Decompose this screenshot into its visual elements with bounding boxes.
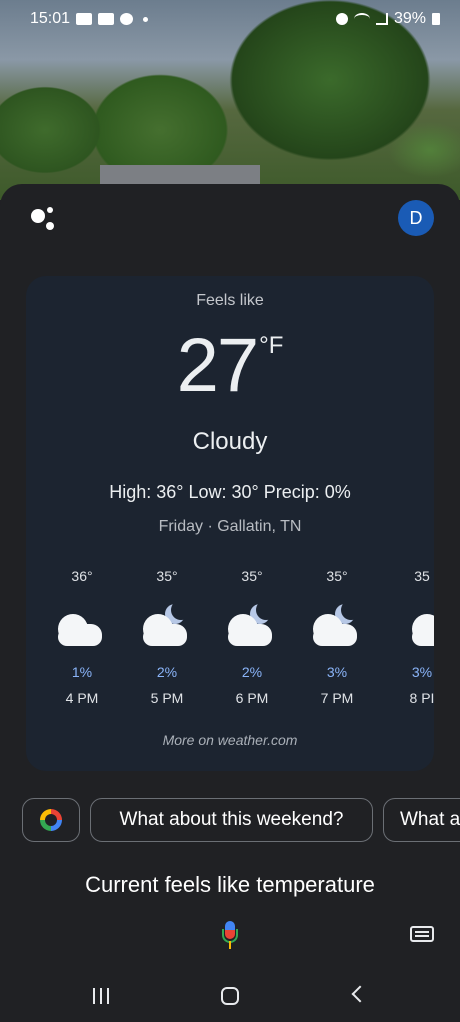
hourly-precip: 2% bbox=[156, 664, 178, 680]
hourly-precip: 2% bbox=[241, 664, 263, 680]
recents-icon[interactable] bbox=[93, 988, 111, 1004]
hourly-time: 5 PM bbox=[150, 690, 184, 706]
wifi-icon bbox=[353, 13, 370, 25]
microphone-icon[interactable] bbox=[220, 921, 240, 951]
hourly-item: 35 3% 8 PI bbox=[382, 568, 434, 706]
day-location: Friday · Gallatin, TN bbox=[158, 518, 302, 535]
battery-level: 39% bbox=[393, 10, 426, 27]
navigation-bar bbox=[0, 974, 460, 1022]
signal-icon bbox=[375, 13, 388, 25]
weather-condition: Cloudy bbox=[192, 428, 268, 455]
google-g-icon bbox=[40, 809, 62, 831]
notification-dot-icon bbox=[143, 16, 149, 22]
hourly-precip: 1% bbox=[71, 664, 93, 680]
alarm-icon bbox=[335, 13, 348, 25]
youtube-icon bbox=[76, 13, 93, 25]
back-icon[interactable] bbox=[351, 985, 369, 1003]
cloudy-icon bbox=[392, 604, 434, 650]
home-icon[interactable] bbox=[221, 987, 239, 1005]
mail-icon bbox=[98, 13, 115, 25]
account-avatar[interactable]: D bbox=[398, 200, 434, 236]
status-time: 15:01 bbox=[30, 10, 71, 27]
temperature-value: 27 bbox=[176, 323, 260, 408]
cloudy-night-icon bbox=[137, 600, 197, 650]
hourly-temp: 35° bbox=[241, 568, 263, 584]
google-assistant-icon bbox=[31, 207, 61, 231]
hourly-time: 4 PM bbox=[65, 690, 99, 706]
more-weather-link[interactable]: More on weather.com bbox=[26, 732, 434, 748]
google-search-chip[interactable] bbox=[22, 798, 80, 842]
cloudy-icon bbox=[52, 604, 112, 650]
query-text: Current feels like temperature bbox=[85, 872, 375, 897]
battery-icon bbox=[432, 13, 440, 25]
suggestion-chip[interactable]: What about this weekend? bbox=[90, 798, 373, 842]
assistant-sheet: D Feels like 27 °F Cloudy High: 36° Low:… bbox=[0, 184, 460, 1022]
keyboard-icon[interactable] bbox=[410, 926, 434, 942]
hourly-temp: 35 bbox=[414, 568, 430, 584]
suggestion-chip[interactable]: What a bbox=[383, 798, 460, 842]
hourly-temp: 36° bbox=[71, 568, 93, 584]
hourly-item: 35° 2% 5 PM bbox=[127, 568, 207, 706]
hourly-temp: 35° bbox=[156, 568, 178, 584]
status-bar: 15:01 39% bbox=[0, 0, 460, 38]
feels-like-label: Feels like bbox=[196, 292, 264, 309]
hourly-precip: 3% bbox=[411, 664, 433, 680]
hourly-precip: 3% bbox=[326, 664, 348, 680]
hourly-time: 7 PM bbox=[320, 690, 354, 706]
temperature-unit: °F bbox=[259, 332, 284, 359]
hourly-item: 36° 1% 4 PM bbox=[42, 568, 122, 706]
hourly-item: 35° 2% 6 PM bbox=[212, 568, 292, 706]
cloudy-night-icon bbox=[307, 600, 367, 650]
cloudy-night-icon bbox=[222, 600, 282, 650]
hourly-time: 8 PI bbox=[409, 690, 434, 706]
hourly-temp: 35° bbox=[326, 568, 348, 584]
hourly-forecast: 36° 1% 4 PM 35° 2% 5 PM 35° 2% 6 PM 35° … bbox=[42, 568, 434, 708]
hourly-time: 6 PM bbox=[235, 690, 269, 706]
chat-icon bbox=[120, 13, 134, 25]
high-low-precip: High: 36° Low: 30° Precip: 0% bbox=[109, 482, 351, 502]
hourly-item: 35° 3% 7 PM bbox=[297, 568, 377, 706]
weather-card[interactable]: Feels like 27 °F Cloudy High: 36° Low: 3… bbox=[26, 276, 434, 771]
suggestion-chips: What about this weekend? What a bbox=[22, 798, 460, 844]
